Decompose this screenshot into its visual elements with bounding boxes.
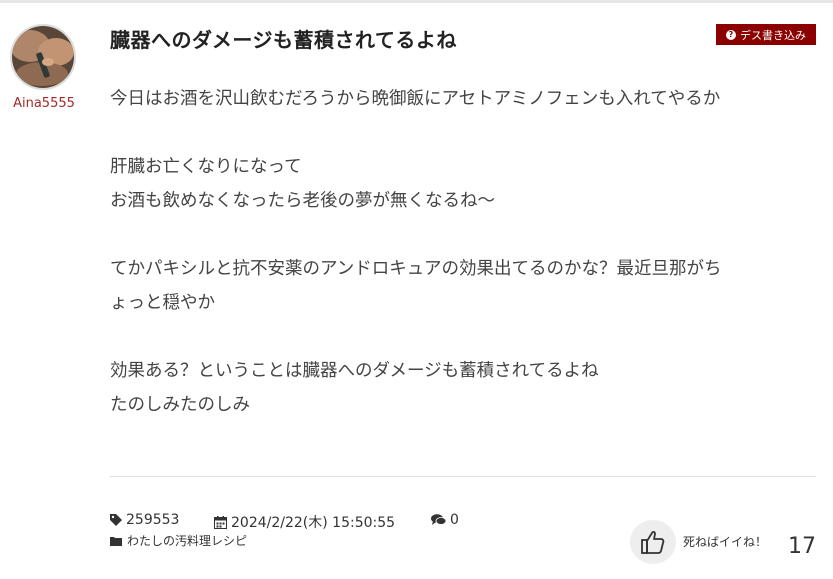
body-line: たのしみたのしみ <box>110 395 250 415</box>
post-body: 今日はお酒を沢山飲むだろうから晩御飯にアセトアミノフェンも入れてやるか 肝臓お亡… <box>110 82 820 422</box>
username[interactable]: Aina5555 <box>0 96 88 111</box>
like-count: 17 <box>788 534 816 559</box>
body-line: 効果ある？ということは臓器へのダメージも蓄積されてるよね <box>110 361 599 381</box>
category-link[interactable]: わたしの汚料理レシピ <box>127 532 247 549</box>
folder-icon <box>110 536 122 546</box>
divider <box>110 476 816 477</box>
body-line: ょっと穏やか <box>110 293 215 313</box>
post-datetime: 2024/2/22(木) 15:50:55 <box>214 512 395 532</box>
tag-icon <box>110 514 122 526</box>
tag-label: デス書き込み <box>740 28 806 42</box>
like-button[interactable] <box>630 520 676 564</box>
post-id-value: 259553 <box>126 512 180 528</box>
avatar[interactable] <box>10 24 76 90</box>
body-line: 肝臓お亡くなりになって <box>110 157 302 177</box>
post-category[interactable]: わたしの汚料理レシピ <box>110 532 247 549</box>
comments-icon <box>431 514 446 525</box>
comment-count[interactable]: 0 <box>431 512 459 528</box>
body-line: てかパキシルと抗不安薬のアンドロキュアの効果出てるのかな？最近旦那がち <box>110 259 722 279</box>
category-tag-badge[interactable]: ? デス書き込み <box>716 24 816 45</box>
body-line: お酒も飲めなくなったら老後の夢が無くなるね〜 <box>110 191 495 211</box>
datetime-value: 2024/2/22(木) 15:50:55 <box>231 515 396 531</box>
comment-count-value: 0 <box>450 512 459 528</box>
body-line: 今日はお酒を沢山飲むだろうから晩御飯にアセトアミノフェンも入れてやるか <box>110 89 721 109</box>
post-title[interactable]: 臓器へのダメージも蓄積されてるよね <box>110 24 457 53</box>
thumbs-up-icon <box>641 531 665 554</box>
like-label: 死ねばイイね！ <box>683 535 768 549</box>
post-id: 259553 <box>110 512 179 528</box>
calendar-icon <box>214 515 227 529</box>
question-circle-icon: ? <box>726 29 736 40</box>
top-border <box>0 0 833 3</box>
